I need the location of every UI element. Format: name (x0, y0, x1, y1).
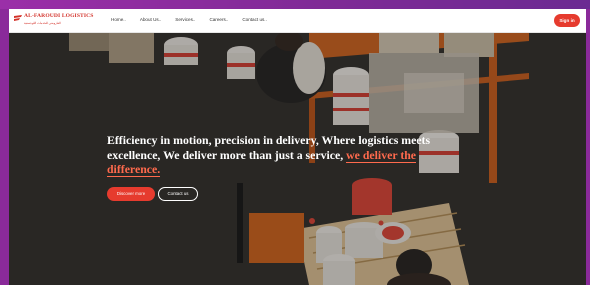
brand-name: AL-FAROUDI LOGISTICS (24, 13, 94, 19)
contact-us-button[interactable]: Contact us (158, 187, 198, 201)
nav-careers[interactable]: Careers.. (209, 17, 228, 22)
website-frame: Efficiency in motion, precision in deliv… (9, 9, 586, 285)
sign-in-button[interactable]: Sign in (554, 14, 580, 27)
top-navbar: AL-FAROUDI LOGISTICS الفاروضي للخدمات ال… (9, 9, 586, 33)
logo-mark-icon (14, 15, 22, 21)
discover-more-button[interactable]: Discover more (107, 187, 155, 201)
page-background-band (0, 0, 590, 9)
main-navigation: Home.. About Us.. Services.. Careers.. C… (111, 17, 281, 22)
hero-section: Efficiency in motion, precision in deliv… (9, 33, 586, 285)
nav-services[interactable]: Services.. (175, 17, 195, 22)
brand-tagline: الفاروضي للخدمات اللوجستية (24, 21, 61, 25)
nav-home[interactable]: Home.. (111, 17, 126, 22)
brand-logo[interactable]: AL-FAROUDI LOGISTICS الفاروضي للخدمات ال… (14, 13, 104, 29)
hero-headline: Efficiency in motion, precision in deliv… (107, 133, 437, 177)
nav-contact-us[interactable]: Contact us.. (242, 17, 267, 22)
nav-about-us[interactable]: About Us.. (140, 17, 161, 22)
